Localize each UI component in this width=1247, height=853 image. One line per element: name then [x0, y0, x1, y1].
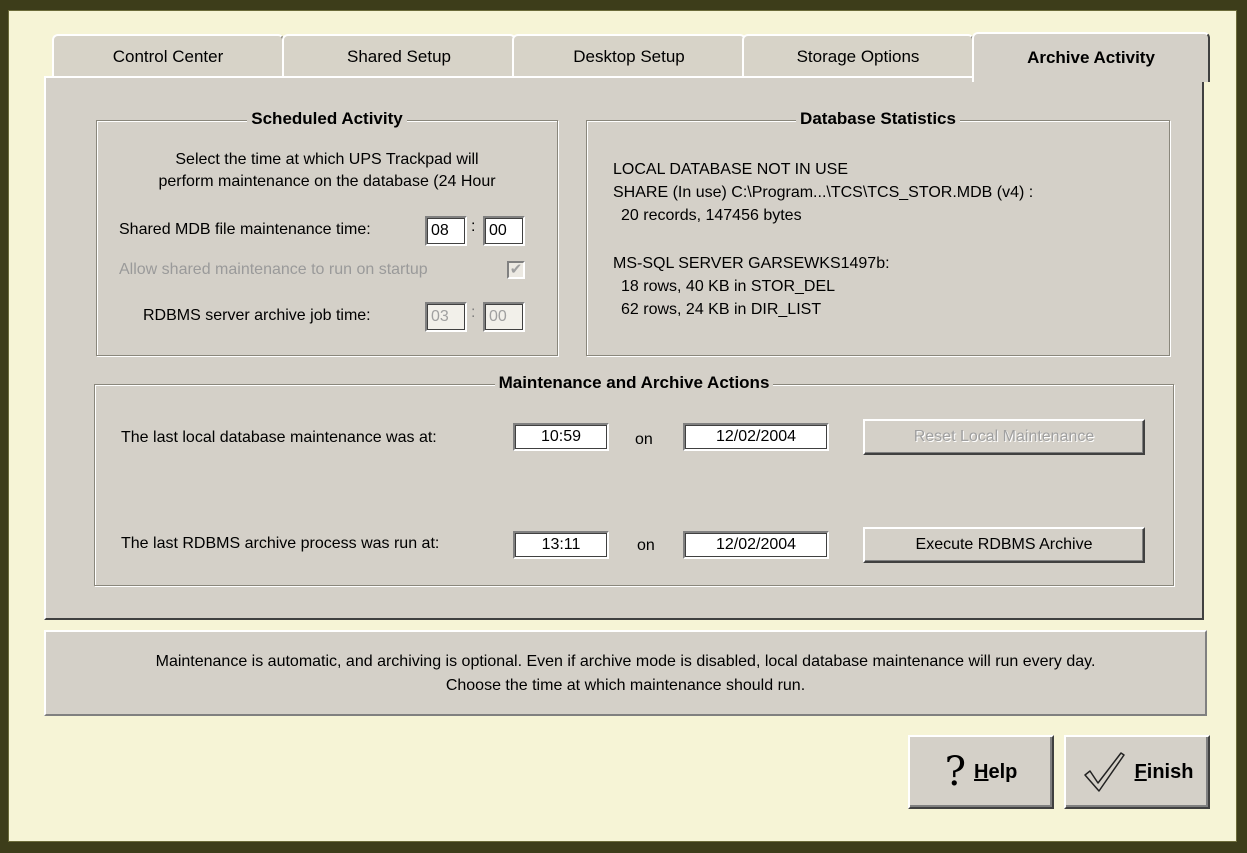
help-button[interactable]: ? Help — [908, 735, 1054, 809]
database-statistics-group: Database Statistics LOCAL DATABASE NOT I… — [586, 109, 1170, 356]
tab-label: Control Center — [112, 47, 224, 66]
scheduled-activity-group: Scheduled Activity Select the time at wh… — [96, 109, 558, 356]
on-label: on — [637, 537, 655, 554]
mdb-hour-field[interactable]: 08 — [425, 216, 467, 246]
execute-rdbms-archive-button[interactable]: Execute RDBMS Archive — [863, 527, 1145, 563]
reset-local-maintenance-button[interactable]: Reset Local Maintenance — [863, 419, 1145, 455]
status-line: Maintenance is automatic, and archiving … — [155, 653, 1096, 670]
local-maintenance-time[interactable]: 10:59 — [513, 423, 609, 451]
help-label: Help — [974, 760, 1018, 783]
finish-label: Finish — [1134, 760, 1194, 783]
startup-checkbox-label: Allow shared maintenance to run on start… — [119, 261, 428, 278]
maintenance-actions-group: Maintenance and Archive Actions The last… — [94, 373, 1174, 586]
stats-line: 20 records, 147456 bytes — [621, 207, 802, 224]
stats-line: 62 rows, 24 KB in DIR_LIST — [621, 301, 822, 318]
group-title: Scheduled Activity — [97, 109, 557, 129]
stats-line: 18 rows, 40 KB in STOR_DEL — [621, 278, 836, 295]
time-colon: : — [471, 218, 476, 235]
schedule-description: perform maintenance on the database (24 … — [158, 173, 496, 190]
on-label: on — [635, 431, 653, 448]
mdb-time-label: Shared MDB file maintenance time: — [119, 221, 371, 238]
rdbms-archive-label: The last RDBMS archive process was run a… — [121, 535, 440, 552]
tab-label: Storage Options — [796, 47, 920, 66]
question-mark-icon: ? — [944, 749, 967, 795]
tab-shared-setup[interactable]: Shared Setup — [282, 34, 516, 78]
checkmark-icon — [1083, 752, 1125, 792]
local-maintenance-date[interactable]: 12/02/2004 — [683, 423, 829, 451]
stats-line: SHARE (In use) C:\Program...\TCS\TCS_STO… — [613, 184, 1034, 201]
status-message: Maintenance is automatic, and archiving … — [44, 630, 1207, 716]
startup-checkbox[interactable]: ✔ — [507, 261, 525, 279]
stats-line: LOCAL DATABASE NOT IN USE — [613, 161, 849, 178]
finish-button[interactable]: Finish — [1064, 735, 1210, 809]
rdbms-hour-field[interactable]: 03 — [425, 302, 467, 332]
rdbms-minute-field[interactable]: 00 — [483, 302, 525, 332]
mdb-minute-field[interactable]: 00 — [483, 216, 525, 246]
schedule-description: Select the time at which UPS Trackpad wi… — [175, 151, 479, 168]
rdbms-archive-time[interactable]: 13:11 — [513, 531, 609, 559]
stats-line: MS-SQL SERVER GARSEWKS1497b: — [613, 255, 890, 272]
local-maintenance-label: The last local database maintenance was … — [121, 429, 437, 446]
status-line: Choose the time at which maintenance sho… — [445, 677, 806, 694]
tab-desktop-setup[interactable]: Desktop Setup — [512, 34, 746, 78]
group-title: Database Statistics — [587, 109, 1169, 129]
tab-panel: Scheduled Activity Select the time at wh… — [44, 76, 1204, 620]
tab-storage-options[interactable]: Storage Options — [742, 34, 974, 78]
tab-label: Shared Setup — [347, 47, 451, 66]
tab-archive-activity[interactable]: Archive Activity — [972, 32, 1210, 82]
group-title: Maintenance and Archive Actions — [95, 373, 1173, 393]
tab-label: Archive Activity — [1027, 48, 1155, 67]
rdbms-archive-date[interactable]: 12/02/2004 — [683, 531, 829, 559]
rdbms-time-label: RDBMS server archive job time: — [143, 307, 371, 324]
time-colon: : — [471, 304, 476, 321]
tab-label: Desktop Setup — [573, 47, 685, 66]
tab-control-center[interactable]: Control Center — [52, 34, 284, 78]
